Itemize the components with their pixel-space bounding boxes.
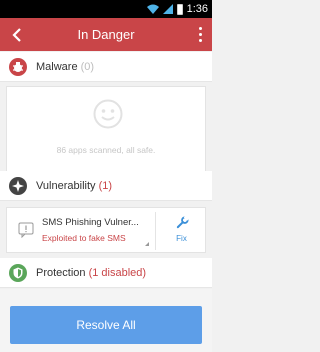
wifi-icon <box>146 4 159 14</box>
wrench-icon <box>176 216 189 229</box>
vulnerability-subtitle: Exploited to fake SMS <box>42 233 126 243</box>
fix-label: Fix <box>176 234 187 243</box>
protection-label: Protection (1 disabled) <box>36 267 147 279</box>
status-time: 1:36 <box>186 3 208 15</box>
fix-button[interactable]: Fix <box>157 208 206 252</box>
status-bar: 1:36 <box>0 0 212 18</box>
vulnerability-title: SMS Phishing Vulner... <box>42 217 139 228</box>
malware-bug-icon <box>9 58 27 76</box>
protection-section-header: Protection (1 disabled) <box>0 258 212 288</box>
shield-icon <box>9 264 27 282</box>
status-icons: 1:36 <box>146 2 208 16</box>
page-title: In Danger <box>77 27 135 42</box>
screen: 1:36 In Danger Malware (0) 86 apps scann… <box>0 0 212 352</box>
malware-count: (0) <box>80 61 95 73</box>
vulnerability-item[interactable]: SMS Phishing Vulner... Exploited to fake… <box>6 207 206 253</box>
malware-safe-card: 86 apps scanned, all safe. <box>6 86 206 175</box>
vulnerability-label: Vulnerability (1) <box>36 180 113 192</box>
overflow-menu-icon[interactable] <box>196 25 204 43</box>
sms-warning-icon <box>18 222 34 238</box>
vulnerability-section-header: Vulnerability (1) <box>0 171 212 201</box>
smiley-icon <box>93 99 123 129</box>
expand-corner-icon <box>145 242 149 246</box>
divider <box>155 212 156 250</box>
vulnerability-count: (1) <box>98 180 113 192</box>
malware-section-header: Malware (0) <box>0 52 212 82</box>
cell-signal-icon <box>162 4 173 14</box>
vulnerability-icon <box>9 177 27 195</box>
app-bar: In Danger <box>0 18 212 51</box>
protection-count: (1 disabled) <box>88 267 147 279</box>
battery-icon <box>176 3 183 15</box>
resolve-all-button[interactable]: Resolve All <box>10 306 202 344</box>
malware-label: Malware (0) <box>36 61 95 73</box>
scan-result-message: 86 apps scanned, all safe. <box>56 145 156 155</box>
